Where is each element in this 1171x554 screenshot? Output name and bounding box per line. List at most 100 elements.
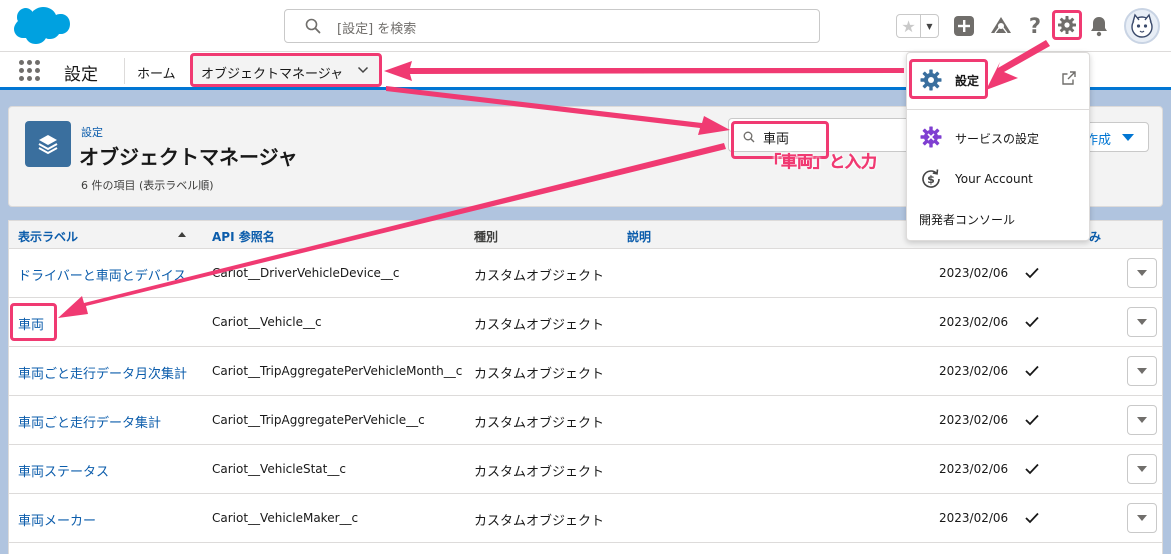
annotation-callout: 「車両」と入力: [765, 152, 878, 171]
column-type: 種別: [474, 230, 499, 244]
row-label-link[interactable]: 車両メーカー: [18, 510, 96, 529]
row-label-link[interactable]: 車両ごと走行データ集計: [18, 412, 161, 431]
user-avatar[interactable]: [1124, 8, 1160, 44]
checkmark-icon: [1025, 365, 1039, 377]
row-date: 2023/02/06: [939, 315, 1009, 329]
menu-item-developer-console[interactable]: 開発者コンソール: [919, 211, 1015, 228]
global-search[interactable]: [設定] を検索: [284, 9, 820, 43]
checkmark-icon: [1025, 316, 1039, 328]
menu-item-setup[interactable]: 設定: [907, 59, 1089, 101]
column-api[interactable]: API 参照名: [212, 228, 275, 245]
search-placeholder: [設定] を検索: [337, 22, 417, 37]
row-type: カスタムオブジェクト: [474, 514, 605, 529]
row-api-name: Cariot__VehicleStat__c: [212, 462, 346, 476]
setup-dropdown-menu: 設定 サービスの設定 $ Your Account 開発者コンソール: [906, 52, 1090, 241]
sort-ascending-icon[interactable]: [178, 232, 186, 237]
trailhead-icon[interactable]: [989, 14, 1013, 38]
external-link-icon[interactable]: [1061, 70, 1077, 86]
table-row: 車両 Cariot__Vehicle__c カスタムオブジェクト 2023/02…: [9, 298, 1162, 347]
row-actions-button[interactable]: [1127, 258, 1157, 288]
row-type: カスタムオブジェクト: [474, 416, 605, 431]
row-api-name: Cariot__TripAggregatePerVehicleMonth__c: [212, 364, 463, 378]
nav-item-object-manager[interactable]: オブジェクトマネージャ: [190, 53, 382, 87]
chevron-down-icon: [1137, 417, 1147, 423]
menu-divider: [907, 109, 1089, 110]
app-launcher-icon[interactable]: [19, 60, 41, 82]
table-row: 車両ごと走行データ月次集計 Cariot__TripAggregatePerVe…: [9, 347, 1162, 396]
gear-icon: [920, 69, 942, 91]
row-date: 2023/02/06: [939, 413, 1009, 427]
help-icon[interactable]: ?: [1023, 14, 1047, 38]
star-icon[interactable]: ★: [897, 15, 921, 37]
table-row: 車両ごと走行データ集計 Cariot__TripAggregatePerVehi…: [9, 396, 1162, 445]
chevron-down-icon[interactable]: [357, 64, 369, 76]
chevron-down-icon[interactable]: ▼: [921, 15, 938, 37]
checkmark-icon: [1025, 512, 1039, 524]
row-api-name: Cariot__DriverVehicleDevice__c: [212, 266, 400, 280]
menu-item-label: 設定: [955, 74, 980, 88]
menu-item-your-account[interactable]: $ Your Account: [907, 165, 1089, 195]
row-api-name: Cariot__Vehicle__c: [212, 315, 322, 329]
row-type: カスタムオブジェクト: [474, 269, 605, 284]
checkmark-icon: [1025, 267, 1039, 279]
app-name: 設定: [64, 65, 98, 85]
nav-item-home[interactable]: ホーム: [137, 63, 176, 82]
divider: [124, 58, 125, 84]
setup-gear-button[interactable]: [1052, 10, 1082, 40]
chevron-down-icon: [1137, 319, 1147, 325]
checkmark-icon: [1025, 463, 1039, 475]
row-actions-button[interactable]: [1127, 503, 1157, 533]
table-row: 車両ステータス Cariot__VehicleStat__c カスタムオブジェク…: [9, 445, 1162, 494]
row-type: カスタムオブジェクト: [474, 318, 605, 333]
row-date: 2023/02/06: [939, 462, 1009, 476]
svg-text:$: $: [927, 173, 935, 186]
list-count: 6 件の項目 (表示ラベル順): [81, 179, 214, 192]
quick-find-input[interactable]: 車両: [728, 118, 918, 159]
gear-icon: [1058, 16, 1076, 34]
row-label-link[interactable]: 車両ステータス: [18, 461, 109, 480]
checkmark-icon: [1025, 414, 1039, 426]
table-row: ドライバーと車両とデバイス Cariot__DriverVehicleDevic…: [9, 249, 1162, 298]
row-type: カスタムオブジェクト: [474, 465, 605, 480]
column-description[interactable]: 説明: [627, 228, 651, 245]
column-label[interactable]: 表示ラベル: [18, 228, 78, 245]
column-deployed[interactable]: み: [1089, 228, 1101, 245]
menu-item-service-setup[interactable]: サービスの設定: [907, 123, 1089, 153]
row-type: カスタムオブジェクト: [474, 367, 605, 382]
row-date: 2023/02/06: [939, 364, 1009, 378]
favorites-group[interactable]: ★ ▼: [896, 14, 939, 38]
quick-find-value: 車両: [763, 132, 790, 147]
search-icon: [305, 18, 321, 34]
dollar-cycle-icon: $: [922, 169, 940, 188]
service-gear-icon: [920, 126, 942, 148]
row-label-link[interactable]: 車両ごと走行データ月次集計: [18, 363, 187, 382]
menu-item-label: サービスの設定: [955, 132, 1040, 146]
row-label-link[interactable]: 車両: [18, 314, 44, 333]
global-actions-plus-icon[interactable]: [952, 14, 976, 38]
chevron-down-icon: [1137, 368, 1147, 374]
row-api-name: Cariot__TripAggregatePerVehicle__c: [212, 413, 425, 427]
row-date: 2023/02/06: [939, 511, 1009, 525]
chevron-down-icon: [1137, 466, 1147, 472]
row-actions-button[interactable]: [1127, 307, 1157, 337]
chevron-down-icon: [1137, 515, 1147, 521]
row-actions-button[interactable]: [1127, 356, 1157, 386]
search-icon: [743, 131, 755, 143]
page-eyebrow[interactable]: 設定: [81, 124, 103, 140]
row-actions-button[interactable]: [1127, 405, 1157, 435]
chevron-down-icon: [1122, 134, 1134, 141]
chevron-down-icon: [1137, 270, 1147, 276]
salesforce-logo[interactable]: [12, 6, 70, 46]
table-row: 車両メーカー Cariot__VehicleMaker__c カスタムオブジェク…: [9, 494, 1162, 543]
row-api-name: Cariot__VehicleMaker__c: [212, 511, 359, 525]
layers-icon: [25, 121, 71, 167]
row-label-link[interactable]: ドライバーと車両とデバイス: [18, 265, 186, 284]
global-header: [設定] を検索 ★ ▼ ?: [0, 0, 1171, 52]
nav-item-label: オブジェクトマネージャ: [201, 67, 344, 82]
notification-bell-icon[interactable]: [1087, 14, 1111, 38]
page-title: オブジェクトマネージャ: [79, 145, 298, 169]
row-date: 2023/02/06: [939, 266, 1009, 280]
object-table: 表示ラベル API 参照名 種別 説明 み ドライバーと車両とデバイス Cari…: [8, 220, 1163, 554]
menu-item-label: Your Account: [955, 172, 1033, 186]
row-actions-button[interactable]: [1127, 454, 1157, 484]
